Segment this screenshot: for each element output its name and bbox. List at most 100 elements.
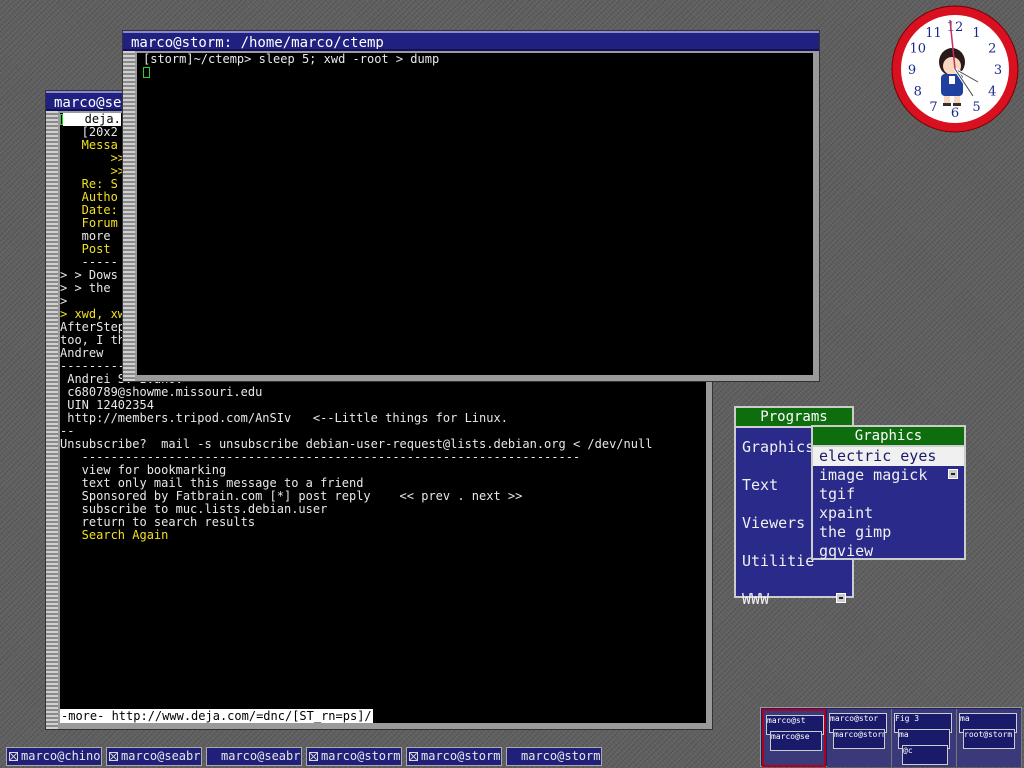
terminal-line-text: http://members.tripod.com/AnSIv <--Littl… <box>60 411 508 425</box>
menu-item-xpaint[interactable]: xpaint <box>813 504 964 523</box>
submenu-icon <box>836 593 846 603</box>
pager-window[interactable]: root@storm <box>963 729 1015 749</box>
terminal-line-text: text only mail this message to a friend <box>60 476 364 490</box>
clock-number: 7 <box>929 100 937 115</box>
terminal-line-text: return to search results <box>60 515 256 529</box>
menu-item-www[interactable]: WWW <box>736 580 852 618</box>
clock-number: 3 <box>994 63 1002 78</box>
clock-face: 12 12 3 45678 9 1011 <box>891 5 1019 133</box>
graphics-menu-title[interactable]: Graphics <box>813 427 964 447</box>
close-icon[interactable] <box>409 752 418 761</box>
menu-item-label: xpaint <box>819 504 874 522</box>
clock-number: 5 <box>972 100 980 115</box>
close-icon[interactable] <box>109 752 118 761</box>
close-icon[interactable] <box>309 752 318 761</box>
terminal-line-text: Date: <box>60 203 118 217</box>
taskbar-button[interactable]: marco@storm <box>506 747 602 766</box>
pager-desk-4[interactable]: ma root@storm <box>957 709 1022 767</box>
taskbar-button[interactable]: marco@chino <box>6 747 102 766</box>
analog-clock[interactable]: 12 1 2 3 4 5 6 7 8 9 10 11 <box>890 4 1020 134</box>
taskbar-label: marco@storm <box>321 749 401 763</box>
terminal-line-text: Forum <box>60 216 118 230</box>
menu-item-label: Viewers <box>742 514 806 532</box>
pager-window[interactable]: marco@se <box>770 731 822 751</box>
clock-number: 6 <box>951 106 959 121</box>
menu-item-electric-eyes[interactable]: electric eyes <box>813 447 964 466</box>
command-line: [storm]~/ctemp> sleep 5; xwd -root > dum… <box>143 52 440 66</box>
clock-number: 8 <box>914 85 922 100</box>
window-titlebar[interactable]: marco@storm: /home/marco/ctemp <box>123 31 819 51</box>
clock-number: 1 <box>972 26 980 41</box>
menu-item-label: Graphics <box>742 438 815 456</box>
terminal-line: c680789@showme.missouri.edu <box>60 386 706 399</box>
taskbar-button[interactable]: marco@storm <box>306 747 402 766</box>
pager-desk-3[interactable]: Fig 3 ma @c <box>892 709 957 767</box>
clock-number: 10 <box>909 42 926 57</box>
menu-item-image-magick[interactable]: image magick <box>813 466 964 485</box>
desktop-pager[interactable]: marco@st marco@se marco@stor marco@storm Fig… <box>760 707 1022 767</box>
taskbar-button[interactable]: marco@storm <box>406 747 502 766</box>
terminal-line-text: -- <box>60 424 75 438</box>
graphics-submenu[interactable]: Graphics electric eyes image magick tgif xp… <box>811 425 966 560</box>
xterm-window[interactable]: marco@storm: /home/marco/ctemp [storm]~/… <box>122 30 820 382</box>
terminal-line-text: ----- <box>60 255 118 269</box>
taskbar-button[interactable]: marco@seabr <box>206 747 302 766</box>
terminal-line-text: Andrew <box>60 346 104 360</box>
menu-item-label: the gimp <box>819 523 892 541</box>
terminal-line-text: >> <box>60 164 126 178</box>
menu-item-the-gimp[interactable]: the gimp <box>813 523 964 542</box>
terminal-line: http://members.tripod.com/AnSIv <--Littl… <box>60 412 706 425</box>
menu-item-label: tgif <box>819 485 856 503</box>
terminal-line: Search Again <box>60 529 706 542</box>
terminal-line-text: subscribe to muc.lists.debian.user <box>60 502 328 516</box>
submenu-icon <box>948 469 958 479</box>
terminal-line-text: >> <box>60 151 126 165</box>
window-frame[interactable] <box>123 51 135 381</box>
menu-item-label: Utilitie <box>742 552 815 570</box>
clock-number: 2 <box>988 42 996 57</box>
terminal-line-text: [20x2 <box>60 125 118 139</box>
menu-item-gqview[interactable]: gqview <box>813 542 964 561</box>
terminal-line-text: Re: S <box>60 177 118 191</box>
pager-window[interactable]: @c <box>902 745 948 765</box>
terminal-line-text: ----------------------------------------… <box>60 450 581 464</box>
terminal-line-text: more <box>60 229 118 243</box>
clock-number: 11 <box>925 26 942 41</box>
taskbar-label: marco@storm <box>421 749 501 763</box>
terminal-content[interactable]: [storm]~/ctemp> sleep 5; xwd -root > dum… <box>137 53 813 375</box>
menu-item-label: electric eyes <box>819 447 937 465</box>
terminal-line-text: view for bookmarking <box>60 463 227 477</box>
cursor-line <box>137 66 813 79</box>
terminal-line-text: UIN 12402354 <box>60 398 154 412</box>
terminal-line-text: Messa <box>60 138 118 152</box>
taskbar[interactable]: marco@chino marco@seabr marco@seabr marco@s… <box>0 745 760 768</box>
status-line-text: -more- http://www.deja.com/=dnc/[ST_rn=p… <box>60 709 373 723</box>
terminal-line-text: > <box>60 294 68 308</box>
terminal-line-text: Post <box>60 242 118 256</box>
terminal-line-text: Unsubscribe? mail -s unsubscribe debian-… <box>60 437 653 451</box>
terminal-line-text: Autho <box>60 190 118 204</box>
taskbar-label: marco@seabr <box>221 749 301 763</box>
pager-desk-2[interactable]: marco@stor marco@storm <box>827 709 892 767</box>
menu-item-label: WWW <box>742 590 770 608</box>
menu-item-tgif[interactable]: tgif <box>813 485 964 504</box>
text-cursor <box>143 67 150 78</box>
close-icon[interactable] <box>9 752 18 761</box>
taskbar-label: marco@seabr <box>121 749 201 763</box>
menu-item-label: gqview <box>819 542 874 560</box>
menu-item-label: Text <box>742 476 779 494</box>
pager-window[interactable]: marco@storm <box>833 729 885 749</box>
taskbar-label: marco@chino <box>21 749 101 763</box>
status-line: -more- http://www.deja.com/=dnc/[ST_rn=p… <box>60 709 373 723</box>
menu-item-label: image magick <box>819 466 928 484</box>
pager-desk-1[interactable]: marco@st marco@se <box>762 709 826 767</box>
clock-number: 12 <box>947 20 964 35</box>
terminal-line-text: Search Again <box>60 528 169 542</box>
terminal-line-text: > > the <box>60 281 118 295</box>
taskbar-button[interactable]: marco@seabr <box>106 747 202 766</box>
taskbar-label: marco@storm <box>521 749 601 763</box>
terminal-line-text: Sponsored by Fatbrain.com [*] post reply… <box>60 489 523 503</box>
terminal-line-text: > > Dows <box>60 268 118 282</box>
clock-number: 4 <box>988 85 996 100</box>
window-frame[interactable] <box>46 111 58 729</box>
